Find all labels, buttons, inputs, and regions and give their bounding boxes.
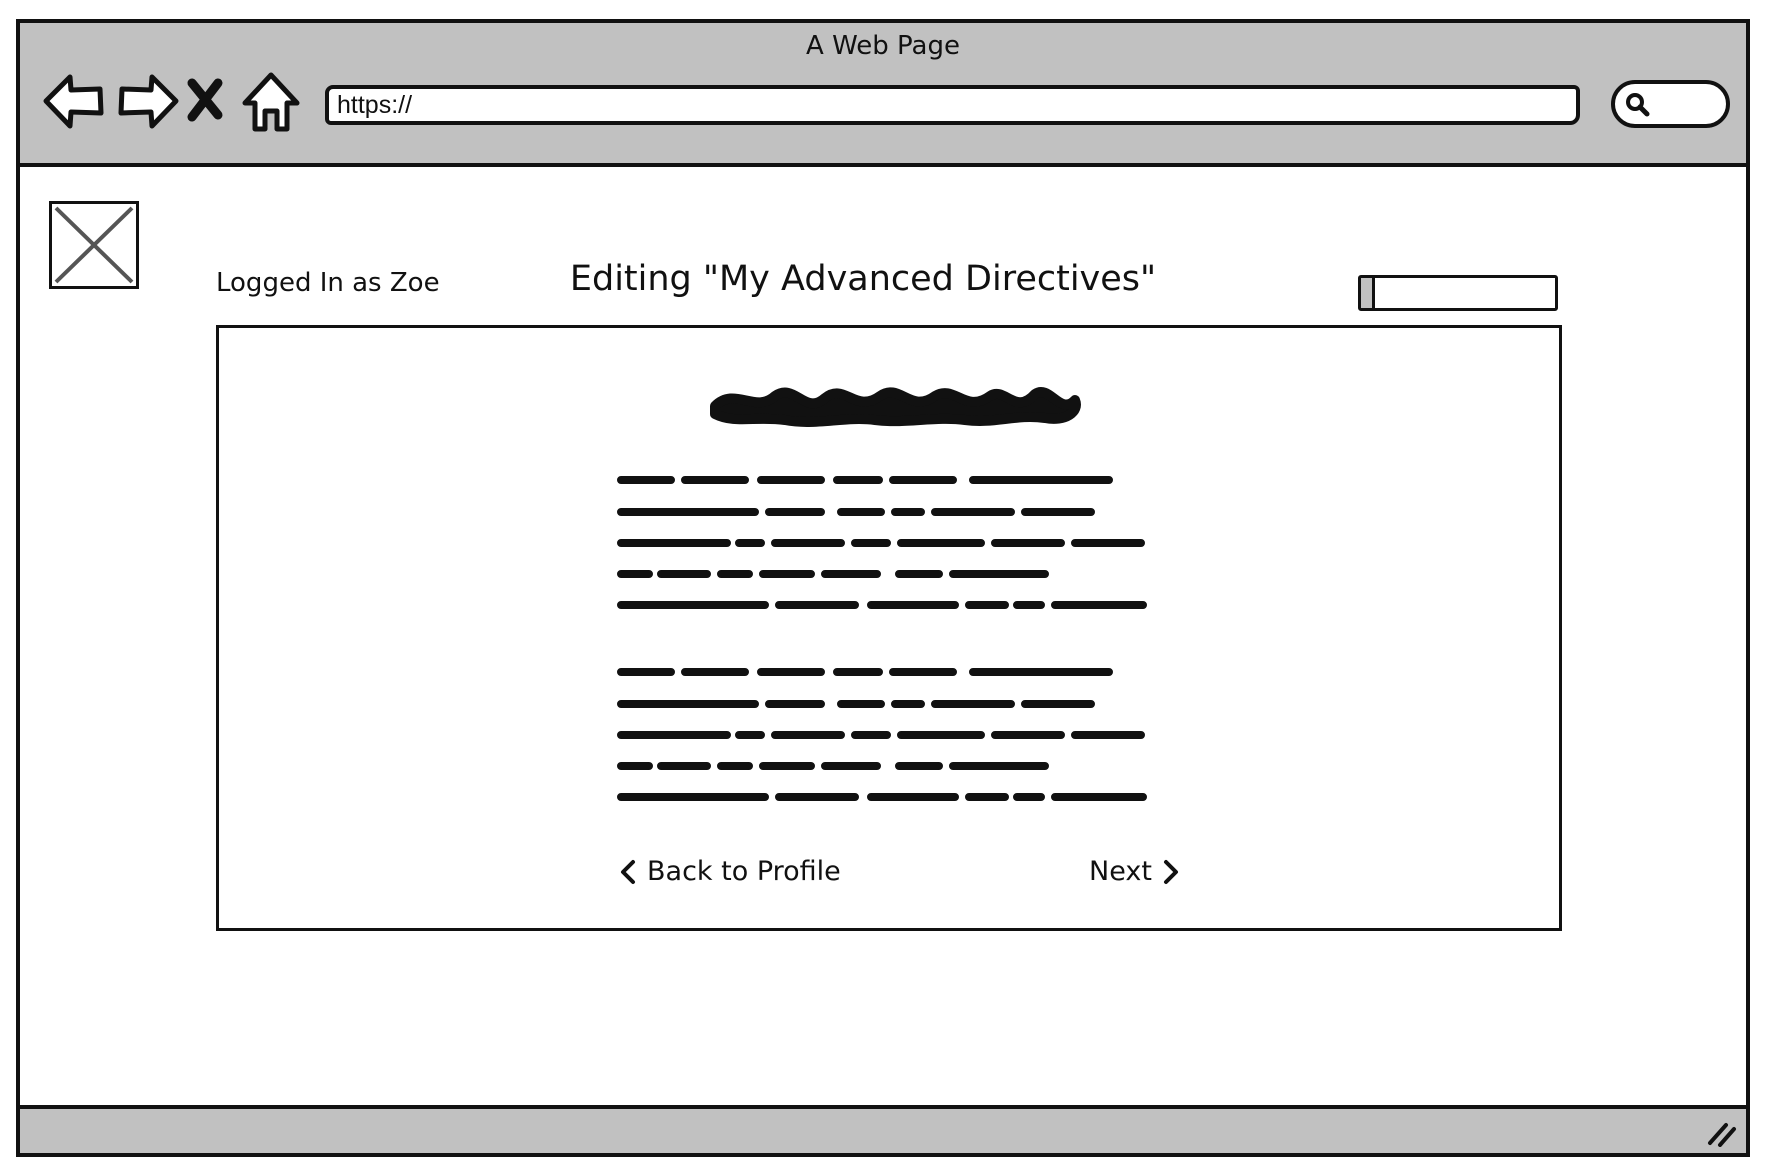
chevron-left-icon	[621, 859, 635, 884]
scribbled-heading	[710, 387, 1081, 427]
arrow-right-icon	[118, 74, 179, 129]
address-bar[interactable]	[325, 85, 1580, 125]
resize-grip-icon[interactable]	[1706, 1119, 1738, 1147]
stop-button[interactable]	[180, 65, 230, 137]
back-to-profile-label: Back to Profile	[647, 856, 841, 887]
next-label: Next	[1089, 856, 1152, 887]
scribbled-paragraph-1	[617, 476, 1147, 609]
browser-search-field[interactable]	[1611, 80, 1730, 128]
chevron-right-icon	[1163, 859, 1178, 884]
next-link[interactable]: Next	[1089, 856, 1180, 887]
window-title: A Web Page	[806, 31, 960, 61]
content-panel: Back to Profile Next	[216, 325, 1562, 931]
close-x-icon	[187, 78, 223, 122]
scribbled-paragraph-2	[617, 668, 1147, 801]
forward-button[interactable]	[110, 65, 182, 137]
arrow-left-icon	[43, 74, 104, 129]
browser-toolbar: A Web Page	[20, 23, 1746, 167]
back-button[interactable]	[40, 65, 112, 137]
home-button[interactable]	[235, 65, 307, 137]
stage: A Web Page https:// Logged In as Zoe Edi…	[0, 0, 1766, 1176]
browser-window: A Web Page https:// Logged In as Zoe Edi…	[16, 19, 1750, 1157]
status-bar	[20, 1105, 1746, 1153]
progress-bar	[1358, 275, 1558, 311]
progress-bar-fill	[1361, 278, 1375, 308]
search-icon	[1626, 93, 1650, 117]
back-to-profile-link[interactable]: Back to Profile	[619, 856, 841, 887]
home-icon	[242, 72, 300, 132]
